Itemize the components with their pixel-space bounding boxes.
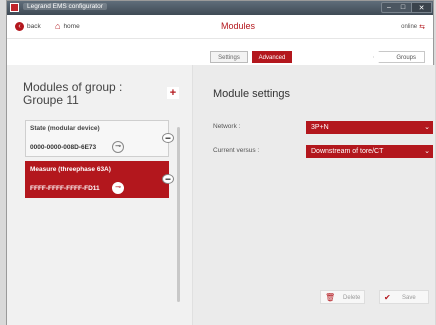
home-label: home [63, 23, 80, 30]
legrand-logo-icon [10, 3, 19, 12]
group-modules-panel: Modules of group : Groupe 11 + State (mo… [7, 65, 193, 325]
current-versus-select[interactable]: Downstream of tore/CT ⌄ [306, 145, 433, 158]
network-value: 3P+N [311, 124, 329, 131]
usb-icon: ⊸ [112, 182, 124, 194]
network-select[interactable]: 3P+N ⌄ [306, 121, 433, 134]
network-label: Network : [213, 123, 241, 130]
module-serial: FFFF-FFFF-FFFF-FD11 [30, 185, 100, 192]
delete-button[interactable]: 🗑 Delete [320, 290, 365, 304]
groups-button[interactable]: Groups [373, 51, 425, 63]
usb-icon: ⊸ [112, 141, 124, 153]
tab-bar: Settings Advanced Groups [7, 39, 433, 65]
maximize-icon[interactable]: □ [397, 2, 409, 13]
save-button[interactable]: ✔ Save [379, 290, 429, 304]
module-name: Measure (threephase 63A) [30, 166, 111, 173]
status-label: online [401, 24, 418, 30]
save-label: Save [402, 295, 416, 301]
nav-bar: ‹ back ⌂ home Modules online ⇆ [7, 15, 433, 39]
module-list-scrollbar[interactable] [177, 127, 180, 302]
current-versus-row: Current versus : Downstream of tore/CT ⌄ [213, 145, 433, 158]
page-title: Modules [221, 21, 256, 31]
comment-bubble-icon[interactable]: ▬ [162, 133, 174, 143]
module-serial: 0000-0000-008D-6E73 [30, 144, 97, 151]
module-settings-panel: Module settings Network : 3P+N ⌄ Current… [193, 65, 435, 325]
home-icon: ⌂ [55, 21, 61, 31]
network-row: Network : 3P+N ⌄ [213, 121, 433, 134]
home-button[interactable]: ⌂ home [55, 22, 80, 31]
module-card[interactable]: State (modular device) 0000-0000-008D-6E… [25, 120, 174, 157]
current-versus-label: Current versus : [213, 147, 260, 154]
current-versus-value: Downstream of tore/CT [311, 148, 384, 155]
module-card-selected[interactable]: Measure (threephase 63A) FFFF-FFFF-FFFF-… [25, 161, 174, 198]
chevron-down-icon: ⌄ [424, 148, 430, 155]
comment-bubble-icon[interactable]: ▬ [162, 174, 174, 184]
back-button[interactable]: ‹ back [15, 22, 41, 31]
group-title-line2: Groupe 11 [23, 93, 79, 107]
chevron-down-icon: ⌄ [424, 124, 430, 131]
window-title: Legrand EMS configurator [23, 3, 107, 10]
delete-label: Delete [343, 295, 361, 301]
module-name: State (modular device) [30, 125, 100, 132]
back-label: back [27, 23, 41, 30]
minimize-icon[interactable]: – [383, 2, 395, 13]
title-bar: Legrand EMS configurator – □ ✕ [7, 1, 433, 15]
app-window: Legrand EMS configurator – □ ✕ ‹ back ⌂ … [6, 0, 435, 325]
group-title: Modules of group : Groupe 11 [23, 81, 122, 107]
back-arrow-icon: ‹ [15, 22, 24, 31]
tab-advanced[interactable]: Advanced [252, 51, 292, 63]
module-list: State (modular device) 0000-0000-008D-6E… [25, 120, 181, 300]
connection-status: online ⇆ [401, 23, 425, 31]
close-icon[interactable]: ✕ [411, 2, 432, 13]
add-module-button[interactable]: + [167, 87, 179, 99]
trash-icon: 🗑 [325, 293, 336, 302]
checkmark-icon: ✔ [384, 293, 391, 302]
settings-title: Module settings [213, 88, 291, 100]
tab-settings[interactable]: Settings [210, 51, 248, 63]
plug-icon: ⇆ [419, 24, 425, 31]
